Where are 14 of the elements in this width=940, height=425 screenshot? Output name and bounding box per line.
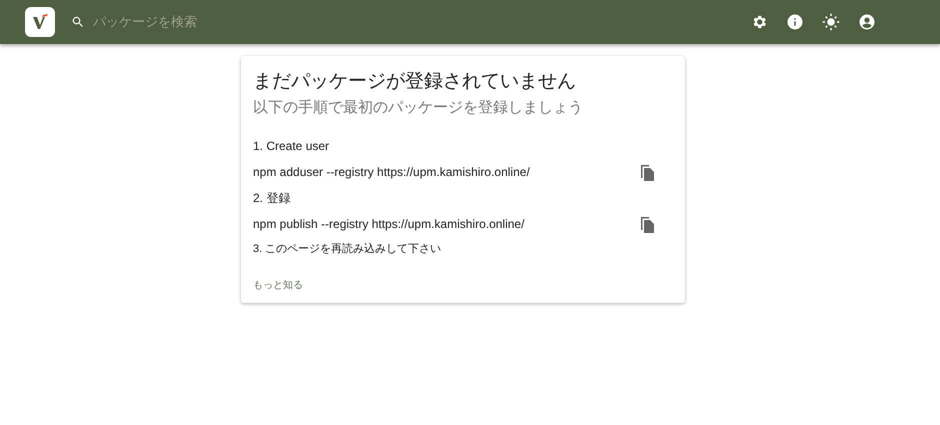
- search-field[interactable]: パッケージを検索: [93, 14, 393, 30]
- sun-icon[interactable]: [820, 11, 842, 33]
- copy-icon[interactable]: [639, 215, 655, 233]
- copy-icon[interactable]: [639, 163, 655, 181]
- card-subtitle: 以下の手順で最初のパッケージを登録しましょう: [253, 98, 584, 117]
- search-icon: [71, 15, 85, 29]
- learn-more-link[interactable]: もっと知る: [253, 278, 303, 292]
- step-note: 3. このページを再読み込みして下さい: [253, 242, 442, 256]
- step-heading: 1. Create user: [253, 139, 330, 153]
- step-heading: 2. 登録: [253, 190, 290, 206]
- command-text: npm publish --registry https://upm.kamishiro.online/: [253, 217, 524, 231]
- card-title: まだパッケージが登録されていません: [253, 69, 577, 94]
- logo-icon[interactable]: [25, 7, 55, 37]
- command-text: npm adduser --registry https://upm.kamishiro.online/: [253, 165, 530, 179]
